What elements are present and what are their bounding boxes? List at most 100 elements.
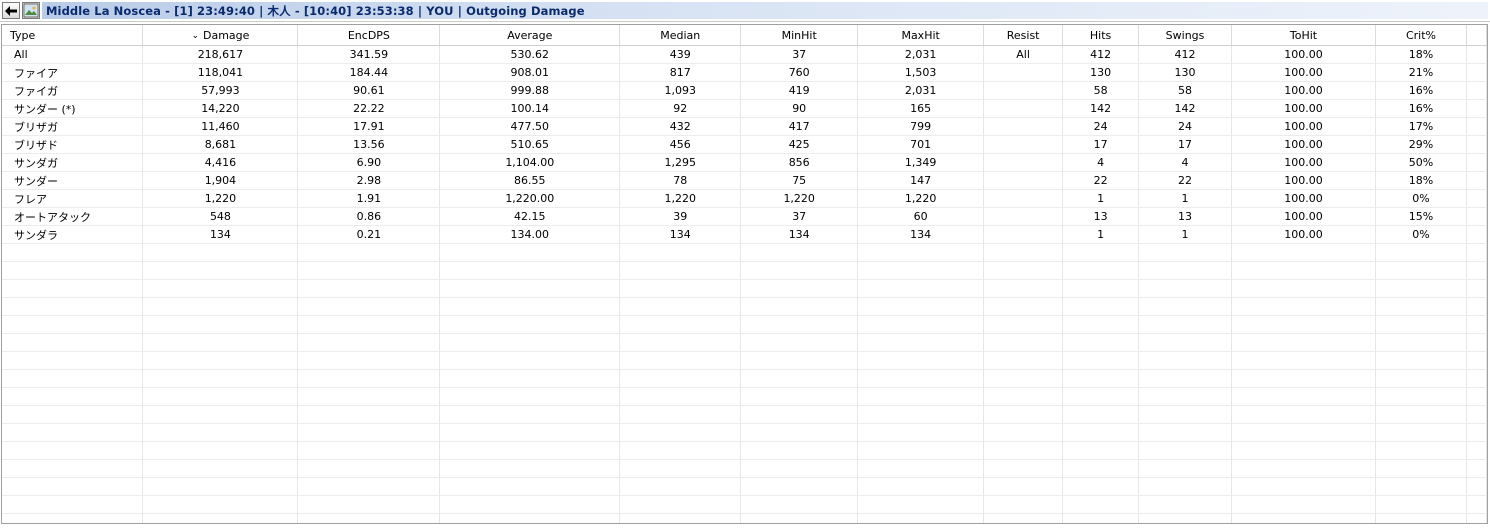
empty-cell [857, 279, 985, 298]
empty-cell [439, 495, 621, 514]
column-header-hits[interactable]: Hits [1062, 25, 1140, 46]
empty-cell [1138, 315, 1233, 334]
cell-type: ブリザド [2, 135, 144, 154]
column-header-average[interactable]: Average [439, 25, 621, 46]
cell-damage: 1,220 [142, 189, 299, 208]
empty-cell [983, 459, 1064, 478]
empty-cell [439, 351, 621, 370]
empty-cell [1138, 423, 1233, 442]
empty-cell [983, 351, 1064, 370]
empty-row [2, 513, 1487, 523]
empty-cell [1466, 315, 1487, 334]
table-row[interactable]: フレア 1,220 1.91 1,220.00 1,220 1,220 1,220 1 1 100… [2, 189, 1487, 208]
empty-cell [1062, 477, 1140, 496]
empty-cell [2, 351, 144, 370]
table-row[interactable]: ブリザド 8,681 13.56 510.65 456 425 701 17 17 100.00 2… [2, 135, 1487, 154]
cell-type: サンダー (*) [2, 99, 144, 118]
empty-cell [857, 333, 985, 352]
empty-cell [2, 459, 144, 478]
empty-cell [857, 369, 985, 388]
empty-cell [857, 477, 985, 496]
cell-swings: 412 [1138, 45, 1233, 64]
cell-type: サンダラ [2, 225, 144, 244]
table-row[interactable]: サンダー 1,904 2.98 86.55 78 75 147 22 22 100.00 18% [2, 171, 1487, 190]
encounter-title-strip: Middle La Noscea - [1] 23:49:40 | 木人 - [… [42, 2, 1488, 19]
empty-cell [619, 387, 742, 406]
column-header-swings[interactable]: Swings [1138, 25, 1233, 46]
table-row[interactable]: ファイガ 57,993 90.61 999.88 1,093 419 2,031 58 58 10… [2, 81, 1487, 100]
empty-cell [857, 261, 985, 280]
empty-row [2, 369, 1487, 388]
empty-cell [857, 513, 985, 523]
empty-cell [619, 477, 742, 496]
image-button[interactable] [22, 2, 40, 19]
cell-type: サンダガ [2, 153, 144, 172]
cell-swings: 24 [1138, 117, 1233, 136]
empty-cell [1062, 297, 1140, 316]
cell-damage: 11,460 [142, 117, 299, 136]
column-header-encdps[interactable]: EncDPS [297, 25, 441, 46]
cell-tohit: 100.00 [1231, 135, 1376, 154]
column-header-tohit[interactable]: ToHit [1231, 25, 1376, 46]
cell-resist [983, 99, 1064, 118]
empty-cell [297, 459, 441, 478]
column-header-median[interactable]: Median [619, 25, 742, 46]
back-button[interactable] [2, 2, 20, 19]
empty-row [2, 477, 1487, 496]
empty-row [2, 297, 1487, 316]
empty-cell [1466, 513, 1487, 523]
cell-type: オートアタック [2, 207, 144, 226]
table-row[interactable]: オートアタック 548 0.86 42.15 39 37 60 13 13 100.00 15% [2, 207, 1487, 226]
empty-cell [439, 243, 621, 262]
cell-swings: 1 [1138, 189, 1233, 208]
cell-hits: 1 [1062, 189, 1140, 208]
empty-cell [740, 513, 859, 523]
empty-cell [1375, 279, 1467, 298]
cell-average: 477.50 [439, 117, 621, 136]
cell-resist [983, 117, 1064, 136]
cell-maxhit: 2,031 [857, 45, 985, 64]
column-header-crit[interactable]: Crit% [1375, 25, 1467, 46]
table-row[interactable]: ファイア 118,041 184.44 908.01 817 760 1,503 130 130… [2, 63, 1487, 82]
cell-swings: 130 [1138, 63, 1233, 82]
cell-minhit: 37 [740, 207, 859, 226]
empty-cell [297, 351, 441, 370]
empty-cell [142, 297, 299, 316]
cell-encdps: 6.90 [297, 153, 441, 172]
table-row[interactable]: サンダラ 134 0.21 134.00 134 134 134 1 1 100.00 0% [2, 225, 1487, 244]
cell-damage: 118,041 [142, 63, 299, 82]
empty-cell [1138, 441, 1233, 460]
empty-cell [619, 495, 742, 514]
empty-cell [857, 459, 985, 478]
damage-table: Type ⌄ Damage EncDPS Average Median MinHi… [2, 25, 1487, 523]
column-header-type[interactable]: Type [2, 25, 144, 46]
empty-cell [619, 459, 742, 478]
empty-cell [983, 315, 1064, 334]
empty-cell [1062, 387, 1140, 406]
cell-hits: 1 [1062, 225, 1140, 244]
empty-cell [297, 261, 441, 280]
empty-cell [619, 369, 742, 388]
empty-cell [1062, 495, 1140, 514]
empty-cell [1231, 351, 1376, 370]
empty-cell [1375, 423, 1467, 442]
empty-cell [297, 441, 441, 460]
cell-resist [983, 153, 1064, 172]
table-row[interactable]: ブリザガ 11,460 17.91 477.50 432 417 799 24 24 100.00… [2, 117, 1487, 136]
cell-median: 1,295 [619, 153, 742, 172]
column-header-damage[interactable]: ⌄ Damage [142, 25, 299, 46]
column-header-maxhit[interactable]: MaxHit [857, 25, 985, 46]
column-header-resist[interactable]: Resist [983, 25, 1064, 46]
table-row[interactable]: サンダー (*) 14,220 22.22 100.14 92 90 165 142 142 10… [2, 99, 1487, 118]
cell-average: 42.15 [439, 207, 621, 226]
table-row[interactable]: All 218,617 341.59 530.62 439 37 2,031 All 412 41… [2, 45, 1487, 64]
empty-cell [1375, 297, 1467, 316]
empty-cell [857, 297, 985, 316]
cell-crit: 21% [1375, 63, 1467, 82]
empty-cell [297, 333, 441, 352]
empty-cell [2, 423, 144, 442]
column-header-minhit[interactable]: MinHit [740, 25, 859, 46]
empty-cell [619, 513, 742, 523]
cell-swings: 142 [1138, 99, 1233, 118]
table-row[interactable]: サンダガ 4,416 6.90 1,104.00 1,295 856 1,349 4 4 100.… [2, 153, 1487, 172]
